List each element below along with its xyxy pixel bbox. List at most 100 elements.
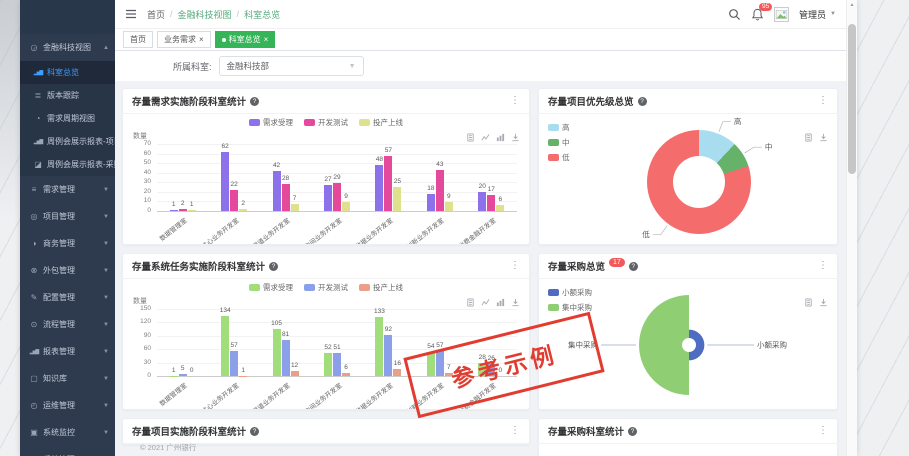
bar-type-icon[interactable] xyxy=(496,129,505,138)
weekly-report-project-icon: ▂▅▇ xyxy=(33,139,43,145)
category-label: 核心业务开发室 xyxy=(198,215,240,245)
sidebar-group[interactable]: ⊙流程管理▼ xyxy=(20,311,115,338)
kebab-menu-icon[interactable]: ⋮ xyxy=(818,261,828,271)
chart-card: 存量项目实施阶段科室统计? ⋮ xyxy=(122,418,530,445)
chevron-down-icon: ▼ xyxy=(103,214,109,220)
dept-overview-icon: ▂▅▇ xyxy=(33,70,43,76)
card-title: 存量项目优先级总览 xyxy=(548,94,634,108)
count-badge: 17 xyxy=(609,258,625,267)
chart-toolbox xyxy=(804,129,828,138)
avatar[interactable] xyxy=(774,7,789,22)
data-view-icon[interactable] xyxy=(466,129,475,138)
weekly-report-purchase-icon: ◪ xyxy=(33,160,43,169)
restore-icon[interactable] xyxy=(481,129,490,138)
sidebar: ◶金融科技视图▲▂▅▇科室总览≣版本跟踪◔需求周期视图▂▅▇周例会展示报表-项目… xyxy=(20,0,115,456)
sidebar-item[interactable]: ▂▅▇科室总览 xyxy=(20,61,115,84)
notification-bell-icon[interactable]: 95 xyxy=(751,8,764,21)
legend-item[interactable]: 需求受理 xyxy=(249,117,293,128)
rose-slice xyxy=(639,295,689,395)
tab[interactable]: 科室总览× xyxy=(215,31,276,48)
scrollbar[interactable]: ▲ xyxy=(846,0,857,456)
sidebar-item[interactable]: ▂▅▇周例会展示报表-项目 xyxy=(20,130,115,153)
legend-item[interactable]: 需求受理 xyxy=(249,282,293,293)
report-mgmt-icon: ▂▅▇ xyxy=(29,349,39,355)
process-mgmt-icon: ⊙ xyxy=(29,320,39,329)
breadcrumb-dept-overview[interactable]: 科室总览 xyxy=(244,8,280,21)
legend-item[interactable]: 中 xyxy=(548,137,570,148)
tab[interactable]: 首页 xyxy=(123,31,153,48)
help-icon[interactable]: ? xyxy=(629,262,638,271)
breadcrumb-fintech-view[interactable]: 金融科技视图 xyxy=(178,8,232,21)
help-icon[interactable]: ? xyxy=(269,262,278,271)
sidebar-group[interactable]: ◑商务管理▼ xyxy=(20,230,115,257)
download-icon[interactable] xyxy=(819,129,828,138)
scrollbar-up-arrow[interactable]: ▲ xyxy=(847,0,857,10)
tab[interactable]: 业务需求× xyxy=(157,31,211,48)
scrollbar-thumb[interactable] xyxy=(848,24,856,174)
bar xyxy=(273,171,281,211)
close-icon[interactable]: × xyxy=(264,36,269,44)
legend-item[interactable]: 小额采购 xyxy=(548,287,592,298)
card-title: 存量项目实施阶段科室统计 xyxy=(132,424,246,438)
sidebar-group[interactable]: ≡需求管理▼ xyxy=(20,176,115,203)
hamburger-icon[interactable] xyxy=(125,8,137,20)
pie-chart[interactable]: 高中低 xyxy=(539,114,837,244)
sidebar-group[interactable]: ▣系统监控▼ xyxy=(20,419,115,446)
topbar-actions: 95 管理员 ▼ xyxy=(728,7,836,22)
help-icon[interactable]: ? xyxy=(250,427,259,436)
help-icon[interactable]: ? xyxy=(250,97,259,106)
kebab-menu-icon[interactable]: ⋮ xyxy=(510,96,520,106)
sidebar-group[interactable]: ▂▅▇报表管理▼ xyxy=(20,338,115,365)
category-label: 数据管理室 xyxy=(157,215,189,243)
sidebar-group[interactable]: ✎配置管理▼ xyxy=(20,284,115,311)
kebab-menu-icon[interactable]: ⋮ xyxy=(510,426,520,436)
sidebar-item[interactable]: ≣版本跟踪 xyxy=(20,84,115,107)
sidebar-group[interactable]: ◎项目管理▼ xyxy=(20,203,115,230)
sidebar-item[interactable]: ◪周例会展示报表-采购 xyxy=(20,153,115,176)
outsource-mgmt-icon: ⊗ xyxy=(29,266,39,275)
kebab-menu-icon[interactable]: ⋮ xyxy=(818,426,828,436)
sidebar-group[interactable]: ▢知识库▼ xyxy=(20,365,115,392)
data-view-icon[interactable] xyxy=(804,294,813,303)
data-view-icon[interactable] xyxy=(804,129,813,138)
user-name: 管理员 xyxy=(799,8,826,21)
chevron-down-icon: ▼ xyxy=(103,403,109,409)
legend-item[interactable]: 投产上线 xyxy=(359,117,403,128)
legend-item[interactable]: 投产上线 xyxy=(359,282,403,293)
knowledge-base-icon: ▢ xyxy=(29,374,39,383)
download-icon[interactable] xyxy=(511,129,520,138)
bar xyxy=(384,335,392,376)
notification-badge: 95 xyxy=(759,3,772,12)
legend-item[interactable]: 高 xyxy=(548,122,570,133)
card-title: 存量采购总览 xyxy=(548,259,605,273)
legend-item[interactable]: 低 xyxy=(548,152,570,163)
breadcrumb-home[interactable]: 首页 xyxy=(147,8,165,21)
close-icon[interactable]: × xyxy=(199,36,204,44)
sidebar-group[interactable]: ⚙系统管理▼ xyxy=(20,446,115,456)
restore-icon[interactable] xyxy=(481,294,490,303)
legend-item[interactable]: 集中采购 xyxy=(548,302,592,313)
help-icon[interactable]: ? xyxy=(638,97,647,106)
user-menu[interactable]: 管理员 ▼ xyxy=(799,8,836,21)
legend-item[interactable]: 开发测试 xyxy=(304,282,348,293)
sidebar-group-label: 运维管理 xyxy=(43,400,75,411)
bar xyxy=(291,371,299,376)
chart-legend: 高中低 xyxy=(548,122,570,163)
sidebar-item[interactable]: ◔需求周期视图 xyxy=(20,107,115,130)
sidebar-group[interactable]: ◴运维管理▼ xyxy=(20,392,115,419)
kebab-menu-icon[interactable]: ⋮ xyxy=(818,96,828,106)
tags-view-bar: 首页业务需求×科室总览× xyxy=(115,28,846,51)
department-select[interactable]: 金融科技部 ▼ xyxy=(219,56,364,76)
search-icon[interactable] xyxy=(728,8,741,21)
data-view-icon[interactable] xyxy=(466,294,475,303)
sidebar-group[interactable]: ◶金融科技视图▲ xyxy=(20,34,115,61)
legend-item[interactable]: 开发测试 xyxy=(304,117,348,128)
download-icon[interactable] xyxy=(819,294,828,303)
kebab-menu-icon[interactable]: ⋮ xyxy=(510,261,520,271)
breadcrumb: 首页 / 金融科技视图 / 科室总览 xyxy=(147,8,280,21)
sidebar-group[interactable]: ⊗外包管理▼ xyxy=(20,257,115,284)
bar-type-icon[interactable] xyxy=(496,294,505,303)
category-label: 中间业务开发室 xyxy=(301,380,343,410)
help-icon[interactable]: ? xyxy=(628,427,637,436)
download-icon[interactable] xyxy=(511,294,520,303)
